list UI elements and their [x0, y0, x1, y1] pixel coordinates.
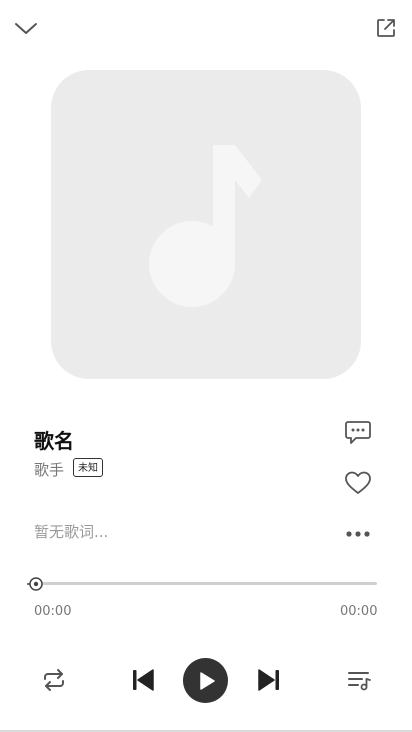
progress-thumb[interactable] [27, 575, 45, 593]
progress-thumb-icon [27, 577, 43, 591]
like-button[interactable] [342, 468, 374, 498]
more-dots-icon [346, 531, 370, 537]
music-note-icon [149, 145, 262, 307]
repeat-icon [44, 669, 64, 691]
progress-bar[interactable] [35, 582, 377, 585]
quality-badge: 未知 [73, 458, 103, 477]
playlist-button[interactable] [343, 665, 375, 695]
collapse-button[interactable] [10, 14, 42, 42]
more-button[interactable] [342, 522, 374, 546]
album-cover [51, 70, 361, 379]
chevron-down-icon [15, 23, 37, 34]
comment-icon [345, 421, 371, 444]
share-button[interactable] [372, 14, 400, 42]
next-button[interactable] [253, 664, 285, 696]
lyrics-placeholder[interactable]: 暂无歌词... [34, 521, 108, 542]
total-time: 00:00 [340, 604, 378, 619]
skip-next-icon [258, 669, 279, 691]
heart-icon [345, 471, 371, 494]
artist-name[interactable]: 歌手 [34, 459, 64, 480]
song-title: 歌名 [34, 429, 74, 453]
skip-previous-icon [133, 669, 154, 691]
play-button[interactable] [183, 658, 228, 703]
external-link-icon [377, 19, 395, 37]
play-icon [199, 671, 215, 690]
previous-button[interactable] [127, 664, 159, 696]
current-time: 00:00 [34, 604, 72, 619]
playlist-icon [348, 672, 371, 691]
repeat-button[interactable] [38, 665, 70, 695]
comment-button[interactable] [342, 417, 374, 447]
